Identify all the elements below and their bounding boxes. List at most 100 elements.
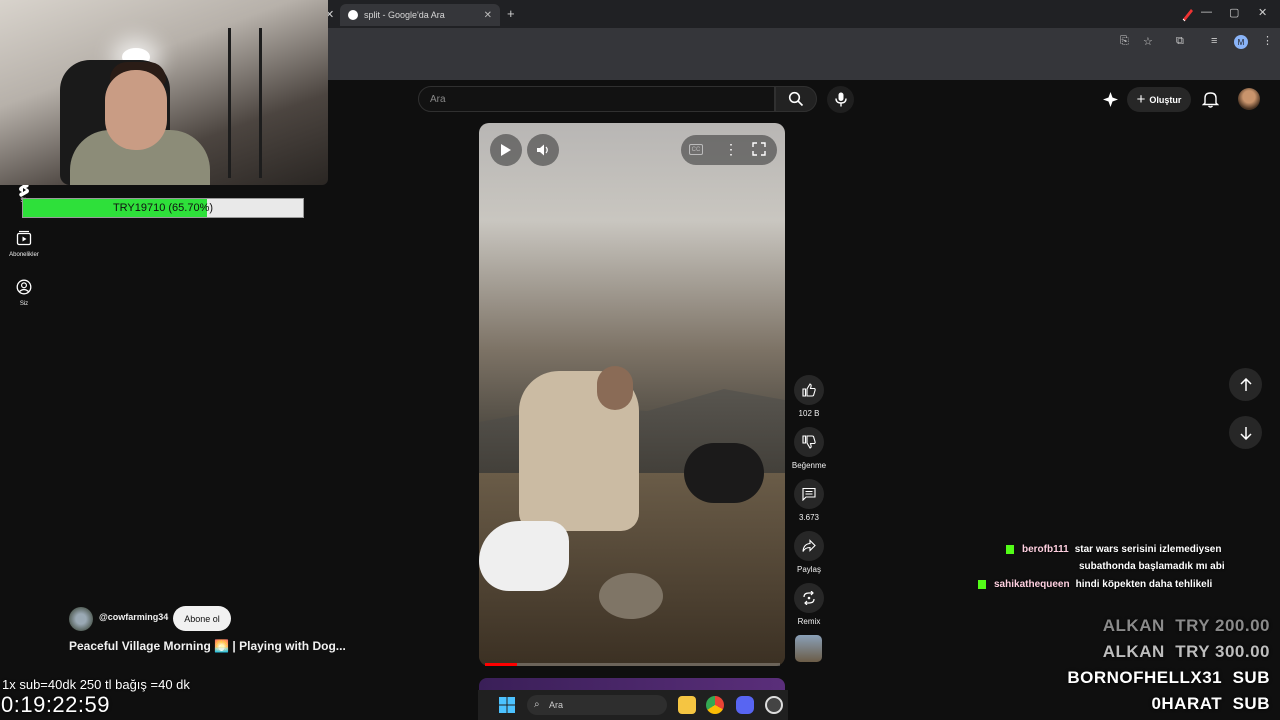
dislike-button[interactable]: Beğenme: [792, 427, 826, 470]
comment-icon: [802, 487, 816, 501]
donation-entry: 0HARAT SUB: [1151, 694, 1270, 714]
maximize-icon[interactable]: ▢: [1229, 6, 1239, 19]
install-icon[interactable]: ⎘: [1120, 35, 1129, 48]
play-icon: [501, 144, 511, 156]
video-progress-bar[interactable]: [485, 663, 780, 666]
kick-badge-icon: [978, 579, 986, 589]
subathon-timer: 0:19:22:59: [1, 692, 110, 717]
nav-label: Siz: [19, 301, 29, 307]
donation-value: TRY 300.00: [1175, 642, 1270, 661]
next-video-button[interactable]: [1229, 416, 1262, 449]
streamer-face: [105, 70, 167, 150]
extensions-icon[interactable]: ⧉: [1176, 35, 1184, 48]
streamer-webcam: [0, 0, 328, 185]
shelf: [228, 28, 262, 178]
account-icon: [16, 279, 32, 295]
video-goose: [479, 521, 569, 591]
like-count: 102 B: [798, 409, 820, 418]
subscribe-button[interactable]: Abone ol: [173, 606, 231, 631]
media-icon[interactable]: ≡: [1211, 35, 1217, 47]
nav-subscriptions[interactable]: Abonelikler: [0, 230, 48, 258]
search-button[interactable]: [775, 86, 817, 112]
donor-name: ALKAN: [1102, 616, 1165, 635]
next-video-preview[interactable]: [479, 678, 785, 690]
new-tab-button[interactable]: +: [507, 6, 515, 21]
chat-message: berofb111 star wars serisini izlemediysen: [1006, 544, 1221, 555]
notifications-icon[interactable]: [1201, 90, 1220, 108]
gemini-icon[interactable]: [1102, 91, 1119, 108]
star-icon[interactable]: ☆: [1143, 35, 1153, 48]
minimize-icon[interactable]: —: [1201, 6, 1212, 18]
donor-name: ALKAN: [1102, 642, 1165, 661]
taskbar-search[interactable]: ⌕ Ara: [527, 695, 667, 715]
comments-button[interactable]: 3.673: [792, 479, 826, 522]
channel-name[interactable]: @cowfarming34: [99, 612, 168, 622]
fullscreen-icon[interactable]: [752, 142, 766, 156]
close-window-icon[interactable]: ✕: [1258, 6, 1267, 19]
video-progress-fill: [485, 663, 518, 666]
windows-start-icon[interactable]: [499, 697, 515, 713]
remix-label: Remix: [797, 617, 821, 626]
donation-value: SUB: [1232, 694, 1270, 713]
donor-name: BORNOFHELLX31: [1067, 668, 1223, 687]
close-tab-icon[interactable]: ✕: [484, 10, 492, 21]
create-button[interactable]: + Oluştur: [1127, 87, 1191, 112]
remix-icon: [803, 591, 815, 605]
search-icon: [788, 91, 804, 107]
plus-icon: +: [1136, 91, 1146, 108]
like-button[interactable]: 102 B: [792, 375, 826, 418]
discord-icon[interactable]: [736, 696, 754, 714]
chat-username: berofb111: [1022, 544, 1069, 555]
tab-title: split - Google'da Ara: [364, 10, 445, 20]
obs-icon[interactable]: [765, 696, 783, 714]
goal-progress-label: TRY19710 (65.70%): [112, 202, 214, 214]
volume-icon: [537, 144, 548, 156]
subathon-rule-text: 1x sub=40dk 250 tl bağış =40 dk: [2, 677, 190, 692]
donation-entry: ALKAN TRY 200.00: [1103, 616, 1270, 636]
video-tools-group: CC ⋮: [681, 135, 777, 165]
donation-entry: ALKAN TRY 300.00: [1103, 642, 1270, 662]
subscriptions-icon: [16, 230, 32, 246]
voice-search-button[interactable]: [827, 86, 854, 113]
user-avatar[interactable]: [1238, 88, 1260, 110]
captions-icon[interactable]: CC: [689, 144, 703, 155]
donor-name: 0HARAT: [1151, 694, 1223, 713]
donation-value: TRY 200.00: [1175, 616, 1270, 635]
chrome-icon[interactable]: [706, 696, 724, 714]
comment-count: 3.673: [798, 513, 820, 522]
chat-text: star wars serisini izlemediysen: [1074, 544, 1222, 555]
search-input[interactable]: Ara: [418, 86, 775, 112]
volume-button[interactable]: [527, 134, 559, 166]
chat-text: hindi köpekten daha tehlikeli: [1075, 579, 1213, 590]
more-options-icon[interactable]: ⋮: [724, 141, 738, 158]
nav-you[interactable]: Siz: [0, 279, 48, 307]
taskbar-search-label: Ara: [549, 700, 564, 710]
create-label: Oluştur: [1149, 94, 1182, 105]
menu-icon[interactable]: ⋮: [1262, 34, 1273, 47]
short-video-player[interactable]: [479, 123, 785, 666]
file-explorer-icon[interactable]: [678, 696, 696, 714]
google-icon: [348, 10, 358, 20]
arrow-up-icon: [1239, 377, 1252, 391]
previous-video-button[interactable]: [1229, 368, 1262, 401]
goal-progress-bar: TRY19710 (65.70%): [22, 198, 304, 218]
donation-entry: BORNOFHELLX31 SUB: [1067, 668, 1270, 688]
video-turkey: [684, 443, 764, 503]
chat-message: sahikathequeen hindi köpekten daha tehlik…: [978, 579, 1212, 590]
chat-message-continuation: subathonda başlamadık mı abi: [1079, 561, 1225, 572]
search-icon: ⌕: [534, 699, 540, 710]
channel-avatar[interactable]: [69, 607, 93, 631]
share-icon: [802, 539, 816, 552]
remix-button[interactable]: Remix: [792, 583, 826, 626]
mic-icon: [834, 92, 847, 107]
video-title[interactable]: Peaceful Village Morning 🌅 | Playing wit…: [69, 639, 346, 653]
chat-username: sahikathequeen: [994, 579, 1070, 590]
video-person-head: [597, 366, 633, 410]
sound-thumbnail[interactable]: [795, 635, 822, 662]
play-button[interactable]: [490, 134, 522, 166]
thumbs-down-icon: [802, 435, 816, 449]
tab-google-search[interactable]: split - Google'da Ara ✕: [340, 4, 500, 26]
profile-icon[interactable]: M: [1234, 35, 1248, 49]
share-button[interactable]: Paylaş: [792, 531, 826, 574]
pen-icon[interactable]: [1180, 6, 1196, 22]
